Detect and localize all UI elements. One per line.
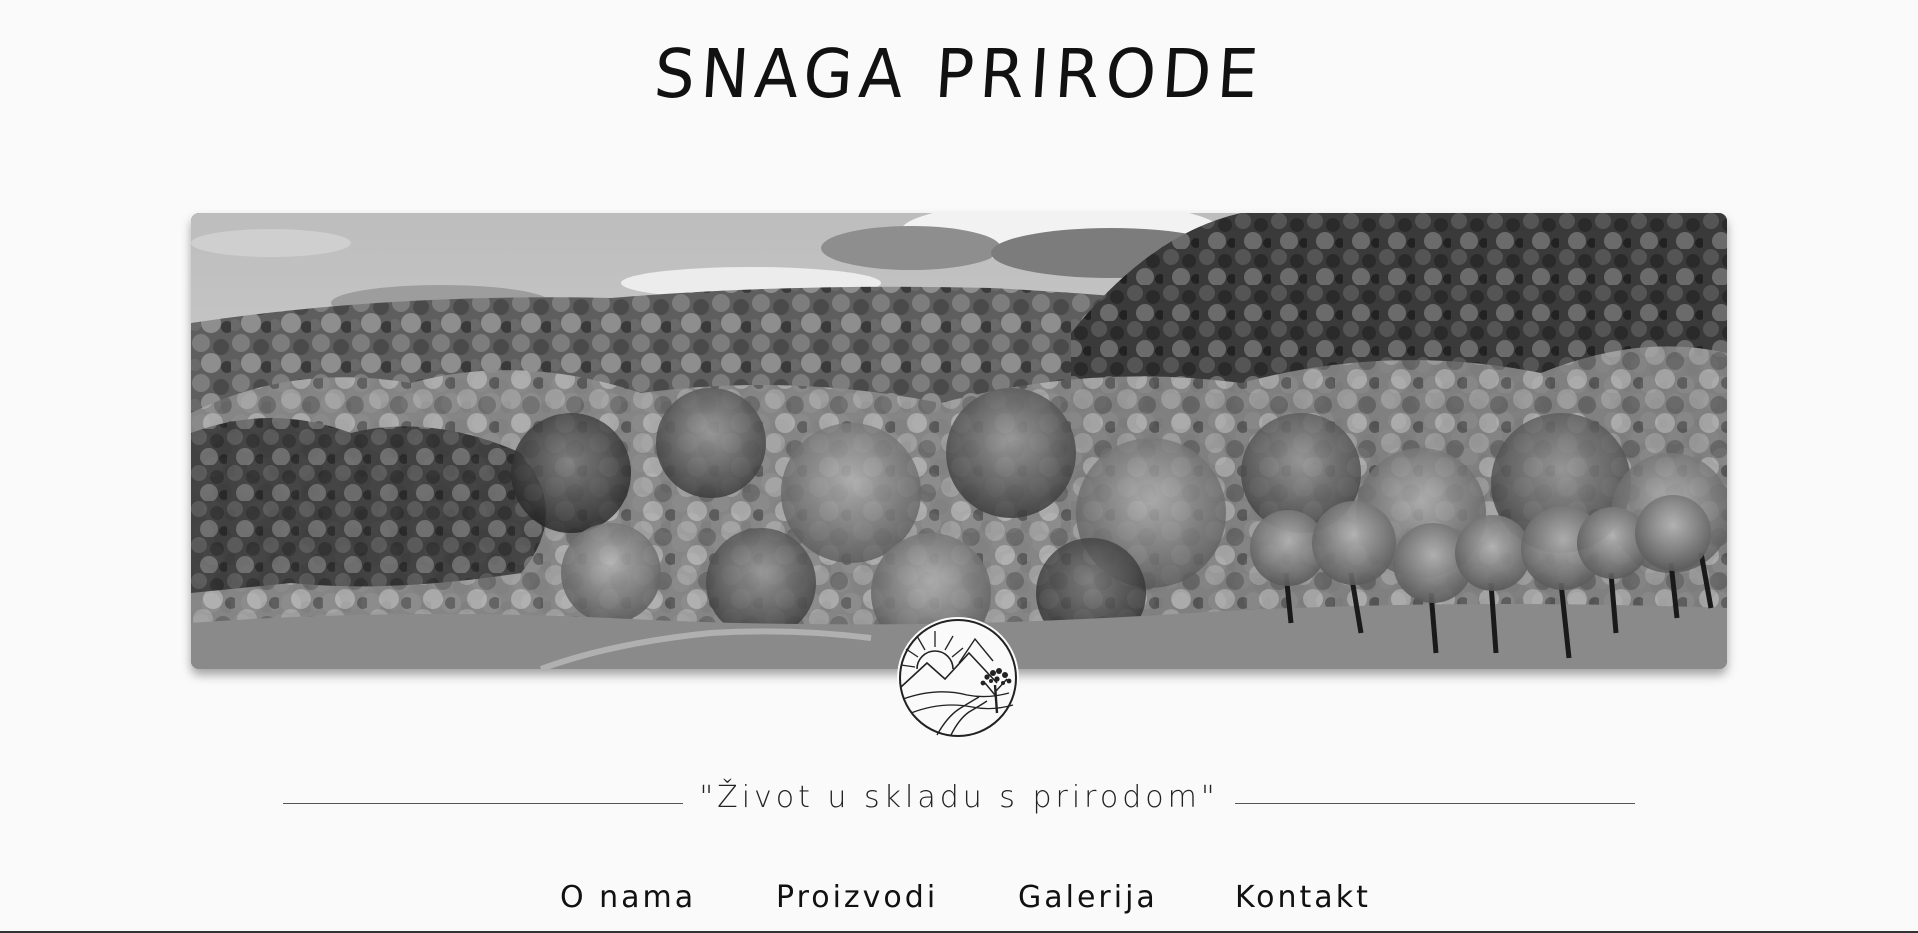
page: SNAGA PRIRODE "Život u skladu s prirodom… (0, 0, 1918, 933)
site-title: SNAGA PRIRODE (651, 36, 1267, 114)
tagline-row: "Život u skladu s prirodom" (0, 780, 1918, 820)
nav-item-galerija[interactable]: Galerija (1018, 880, 1158, 915)
tagline-divider-left (283, 803, 683, 804)
main-nav: O nama Proizvodi Galerija Kontakt (0, 880, 1918, 925)
sun-mountains-tree-emblem-icon (897, 617, 1019, 739)
tagline: "Život u skladu s prirodom" (699, 780, 1219, 815)
nav-item-o-nama[interactable]: O nama (560, 880, 696, 915)
nav-item-proizvodi[interactable]: Proizvodi (776, 880, 938, 915)
forest-landscape-image (191, 213, 1727, 669)
hero-image (191, 213, 1727, 669)
tagline-divider-right (1235, 803, 1635, 804)
nav-item-kontakt[interactable]: Kontakt (1235, 880, 1371, 915)
